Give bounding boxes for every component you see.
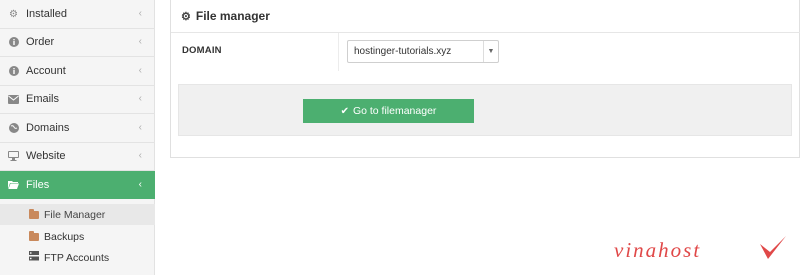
sidebar-item-account[interactable]: Account ‹ (0, 57, 155, 86)
logo-check-icon (760, 236, 786, 259)
chevron-left-icon: ‹ (138, 65, 142, 76)
sidebar: ⚙ Installed ‹ Order ‹ Account ‹ Emails ‹… (0, 0, 155, 275)
chevron-left-icon: ‹ (138, 150, 142, 161)
globe-icon (8, 123, 19, 134)
sidebar-subitem-label: File Manager (44, 208, 106, 221)
folder-icon (29, 208, 39, 219)
sidebar-item-label: Emails (26, 93, 60, 105)
divider (338, 33, 339, 71)
sidebar-subitem-ftp-accounts[interactable]: FTP Accounts (0, 247, 155, 268)
action-area (178, 84, 792, 136)
server-icon (29, 251, 39, 264)
chevron-left-icon: ‹ (138, 93, 142, 104)
info-icon (8, 37, 19, 48)
sidebar-item-label: Order (26, 36, 55, 48)
sidebar-item-emails[interactable]: Emails ‹ (0, 85, 155, 114)
chevron-left-icon: ‹ (138, 36, 142, 47)
panel-header: ⚙ File manager (171, 0, 800, 33)
sidebar-item-website[interactable]: Website ‹ (0, 142, 155, 171)
sidebar-subitem-backups[interactable]: Backups (0, 226, 155, 247)
watermark-logo: vinahost (614, 238, 702, 262)
sidebar-item-label: Files (26, 178, 50, 191)
folder-open-icon (8, 179, 19, 190)
folder-icon (29, 230, 39, 241)
sidebar-item-label: Account (26, 65, 66, 77)
sidebar-subitem-label: FTP Accounts (44, 251, 110, 264)
sidebar-item-installed[interactable]: ⚙ Installed ‹ (0, 0, 155, 29)
sidebar-item-files[interactable]: Files ‹ (0, 171, 155, 199)
chevron-left-icon: ‹ (138, 122, 142, 133)
sidebar-item-domains[interactable]: Domains ‹ (0, 114, 155, 143)
chevron-left-icon: ‹ (138, 179, 142, 190)
button-label: Go to filemanager (352, 105, 437, 117)
go-to-filemanager-button[interactable]: ✔ Go to filemanager (303, 99, 474, 123)
sidebar-subitem-file-manager[interactable]: File Manager (0, 204, 155, 225)
check-icon: ✔ (340, 105, 349, 117)
gears-icon: ⚙ (181, 10, 191, 23)
chevron-left-icon: ‹ (138, 8, 142, 19)
sidebar-item-order[interactable]: Order ‹ (0, 28, 155, 57)
monitor-icon (8, 151, 19, 162)
file-manager-panel: ⚙ File manager DOMAIN hostinger-tutorial… (170, 0, 800, 158)
sidebar-subitem-label: Backups (44, 230, 85, 243)
info-icon (8, 66, 19, 77)
domain-label: DOMAIN (182, 45, 222, 56)
domain-select-value: hostinger-tutorials.xyz (354, 46, 452, 57)
caret-down-icon: ▼ (483, 41, 498, 62)
panel-title: File manager (195, 9, 270, 23)
gear-icon: ⚙ (9, 8, 18, 20)
envelope-icon (8, 94, 19, 105)
sidebar-item-label: Domains (26, 122, 70, 134)
domain-select[interactable]: hostinger-tutorials.xyz ▼ (347, 40, 499, 63)
sidebar-item-label: Installed (26, 8, 67, 20)
sidebar-item-label: Website (26, 150, 66, 162)
